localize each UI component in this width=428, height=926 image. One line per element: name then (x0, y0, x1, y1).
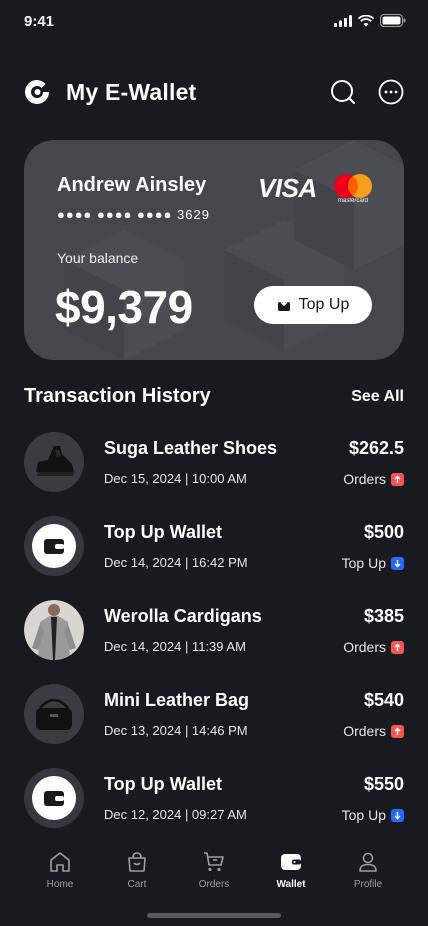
top-up-label: Top Up (298, 296, 350, 313)
transaction-date: Dec 13, 2024 | 14:46 PM (104, 723, 248, 738)
transaction-name: Werolla Cardigans (104, 606, 262, 626)
header: My E-Wallet (24, 72, 404, 112)
transaction-name: Top Up Wallet (104, 522, 222, 542)
transaction-date: Dec 14, 2024 | 16:42 PM (104, 555, 248, 570)
nav-profile-label: Profile (353, 879, 383, 890)
arrow-up-icon (391, 472, 404, 486)
wallet-icon (24, 768, 84, 828)
card-number: ●●●● ●●●● ●●●● 3629 (57, 207, 210, 222)
transaction-date: Dec 14, 2024 | 11:39 AM (104, 639, 246, 654)
bag-icon (24, 684, 84, 744)
nav-home[interactable]: Home (30, 850, 90, 890)
transaction-avatar (24, 516, 84, 576)
transaction-type-label: Orders (343, 723, 386, 739)
transaction-avatar (24, 600, 84, 660)
transaction-date: Dec 15, 2024 | 10:00 AM (104, 471, 247, 486)
more-icon (378, 79, 404, 105)
transaction-type: Top Up (342, 555, 404, 571)
card-holder-name: Andrew Ainsley (57, 174, 207, 196)
transaction-row[interactable]: Mini Leather Bag Dec 13, 2024 | 14:46 PM… (24, 684, 404, 768)
more-button[interactable] (378, 79, 404, 105)
transaction-amount: $500 (363, 522, 404, 542)
visa-logo: VISA (258, 173, 317, 203)
profile-icon (359, 852, 377, 872)
transaction-type: Top Up (342, 807, 404, 823)
transaction-row[interactable]: Suga Leather Shoes Dec 15, 2024 | 10:00 … (24, 432, 404, 516)
transaction-avatar (24, 768, 84, 828)
nav-orders[interactable]: Orders (184, 850, 244, 890)
arrow-down-icon (391, 808, 404, 822)
arrow-up-icon (391, 640, 404, 654)
nav-cart-label: Cart (127, 879, 147, 890)
wallet-icon (24, 516, 84, 576)
section-title: Transaction History (24, 385, 211, 407)
see-all-link[interactable]: See All (351, 388, 404, 406)
download-icon (277, 298, 290, 311)
transaction-amount: $385 (363, 606, 404, 626)
transaction-type-label: Top Up (341, 555, 386, 571)
home-icon (50, 852, 70, 872)
arrow-up-icon (391, 724, 404, 738)
transaction-date: Dec 12, 2024 | 09:27 AM (104, 807, 247, 822)
transaction-type-label: Orders (343, 471, 386, 487)
top-up-button[interactable]: Top Up (254, 286, 372, 324)
search-button[interactable] (330, 79, 356, 105)
transaction-row[interactable]: Top Up Wallet Dec 14, 2024 | 16:42 PM $5… (24, 516, 404, 600)
mastercard-logo-icon (334, 174, 372, 198)
cardigan-icon (24, 600, 84, 660)
shoe-icon (24, 432, 84, 492)
mastercard-label: mastercard (337, 198, 368, 204)
transaction-name: Suga Leather Shoes (104, 438, 278, 458)
balance-label: Your balance (57, 250, 139, 266)
nav-orders-label: Orders (198, 879, 230, 890)
wallet-card[interactable]: Andrew Ainsley ●●●● ●●●● ●●●● 3629 VISA … (24, 140, 404, 360)
nav-wallet[interactable]: Wallet (261, 850, 321, 890)
home-indicator[interactable] (147, 913, 281, 918)
status-bar: 9:41 (0, 0, 428, 44)
nav-profile[interactable]: Profile (338, 850, 398, 890)
transaction-name: Mini Leather Bag (104, 690, 250, 710)
transaction-type: Orders (343, 471, 404, 487)
battery-icon (380, 14, 406, 27)
transaction-name: Top Up Wallet (104, 774, 222, 794)
balance-amount: $9,379 (55, 281, 193, 333)
transaction-type-label: Top Up (341, 807, 386, 823)
search-icon (331, 80, 355, 104)
nav-cart[interactable]: Cart (107, 850, 167, 890)
transaction-amount: $262.5 (348, 438, 404, 458)
transaction-type: Orders (343, 723, 404, 739)
cart-bag-icon (128, 852, 146, 872)
transaction-amount: $540 (363, 690, 404, 710)
transaction-type: Orders (343, 639, 404, 655)
transaction-amount: $550 (363, 774, 404, 794)
transaction-type-label: Orders (343, 639, 386, 655)
transaction-avatar (24, 684, 84, 744)
transaction-avatar (24, 432, 84, 492)
nav-wallet-label: Wallet (276, 879, 306, 890)
transaction-list: Suga Leather Shoes Dec 15, 2024 | 10:00 … (24, 432, 404, 852)
transaction-row[interactable]: Werolla Cardigans Dec 14, 2024 | 11:39 A… (24, 600, 404, 684)
shopping-cart-icon (204, 852, 224, 872)
transaction-history-header: Transaction History See All (24, 385, 404, 408)
arrow-down-icon (391, 556, 404, 570)
wifi-icon (358, 14, 374, 26)
page-title: My E-Wallet (66, 78, 197, 105)
signal-icon (334, 14, 352, 27)
app-logo-icon (25, 80, 49, 104)
nav-home-label: Home (46, 879, 74, 890)
status-icons (334, 14, 406, 27)
wallet-icon (281, 854, 301, 870)
status-time: 9:41 (24, 13, 55, 30)
